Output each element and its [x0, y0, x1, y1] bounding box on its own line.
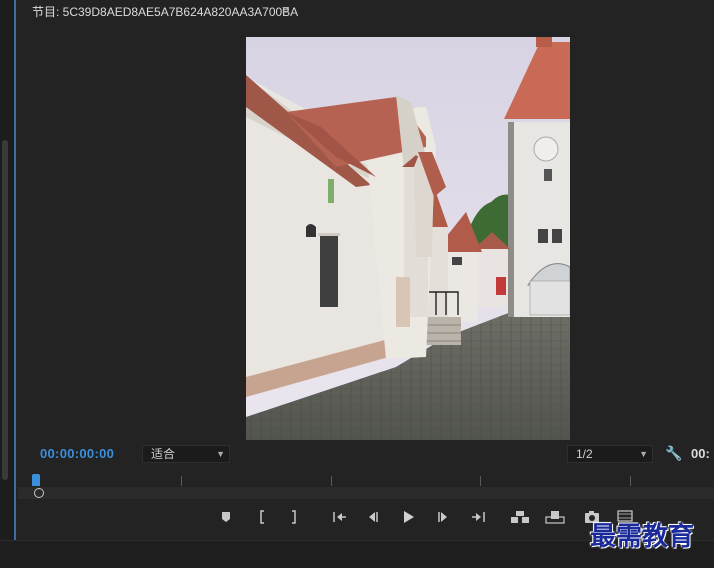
ruler-tick [331, 476, 332, 486]
zoom-level-value: 适合 [151, 447, 176, 461]
zoom-scroll-handle[interactable] [34, 488, 44, 498]
video-frame-image [246, 37, 570, 440]
panel-menu-icon[interactable]: ≡ [282, 2, 290, 17]
panel-title[interactable]: 节目: 5C39D8AED8AE5A7B624A820AA3A700BA [32, 3, 298, 20]
overwrite-icon[interactable] [544, 506, 566, 528]
wrench-icon[interactable]: 🔧 [665, 445, 682, 462]
program-monitor-panel: 节目: 5C39D8AED8AE5A7B624A820AA3A700BA ≡ 0… [18, 0, 714, 540]
playback-resolution-value: 1/2 [576, 447, 593, 461]
video-frame [246, 37, 570, 440]
zoom-level-select[interactable]: 适合 ▼ [142, 445, 230, 463]
watermark-logo: 最需教育 [590, 522, 695, 552]
ruler-tick [480, 476, 481, 486]
left-scrollbar[interactable] [2, 140, 8, 480]
add-marker-icon[interactable] [215, 506, 237, 528]
current-timecode[interactable]: 00:00:00:00 [40, 446, 114, 461]
playback-resolution-select[interactable]: 1/2 ▼ [567, 445, 653, 463]
insert-icon[interactable] [509, 506, 531, 528]
panel-focus-edge [14, 0, 16, 540]
scrub-bar[interactable] [18, 487, 714, 499]
go-to-out-icon[interactable] [467, 506, 489, 528]
playhead-handle[interactable] [32, 474, 40, 486]
chevron-down-icon: ▼ [216, 449, 225, 459]
play-icon[interactable] [397, 506, 419, 528]
duration-timecode: 00: [691, 446, 710, 461]
step-forward-icon[interactable] [432, 506, 454, 528]
program-monitor-viewer [18, 20, 714, 440]
go-to-in-icon[interactable] [329, 506, 351, 528]
ruler-tick [181, 476, 182, 486]
step-back-icon[interactable] [362, 506, 384, 528]
time-ruler[interactable] [18, 472, 714, 486]
mark-in-icon[interactable] [251, 506, 273, 528]
left-panel-strip [0, 0, 16, 540]
ruler-tick [630, 476, 631, 486]
chevron-down-icon: ▼ [639, 449, 648, 459]
mark-out-icon[interactable] [283, 506, 305, 528]
